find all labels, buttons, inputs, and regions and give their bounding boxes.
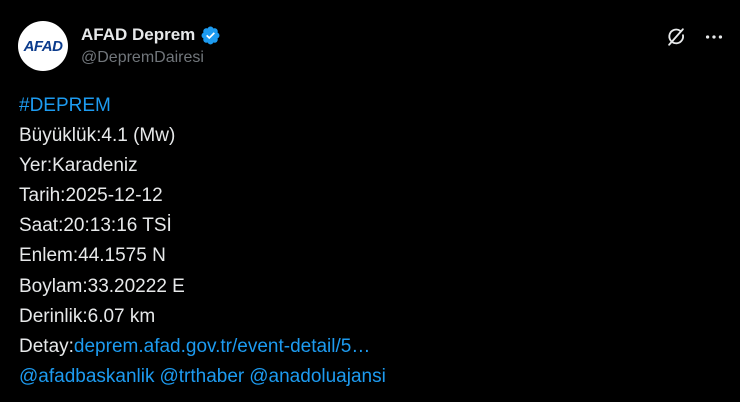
- avatar-logo-text: AFAD: [23, 37, 63, 55]
- mention-link[interactable]: @anadoluajansi: [249, 366, 386, 387]
- mention-link[interactable]: @afadbaskanlik: [19, 366, 154, 387]
- handle[interactable]: @DepremDairesi: [81, 49, 221, 67]
- more-options-icon[interactable]: [702, 25, 726, 49]
- tweet-top-actions: [664, 25, 726, 49]
- magnitude-line: Büyüklük:4.1 (Mw): [19, 125, 176, 147]
- mention-link[interactable]: @trthaber: [159, 366, 244, 387]
- avatar[interactable]: AFAD: [18, 21, 68, 71]
- display-name[interactable]: AFAD Deprem: [81, 25, 195, 45]
- location-line: Yer:Karadeniz: [19, 155, 138, 177]
- detail-label: Detay:: [19, 335, 74, 357]
- time-line: Saat:20:13:16 TSİ: [19, 215, 172, 237]
- grok-icon[interactable]: [664, 25, 688, 49]
- depth-line: Derinlik:6.07 km: [19, 305, 156, 327]
- name-row: AFAD Deprem: [81, 24, 221, 46]
- tweet-text: #DEPREM Büyüklük:4.1 (Mw) Yer:Karadeniz …: [19, 91, 386, 392]
- longitude-line: Boylam:33.20222 E: [19, 275, 185, 297]
- verified-badge-icon: [200, 25, 221, 46]
- date-line: Tarih:2025-12-12: [19, 185, 163, 207]
- detail-link[interactable]: deprem.afad.gov.tr/event-detail/5…: [74, 336, 370, 357]
- detail-line: Detay:deprem.afad.gov.tr/event-detail/5…: [19, 332, 386, 362]
- mentions-line: @afadbaskanlik @trthaber @anadoluajansi: [19, 362, 386, 392]
- tweet-header: AFAD Deprem @DepremDairesi: [81, 24, 221, 67]
- hashtag-link[interactable]: #DEPREM: [19, 95, 111, 116]
- latitude-line: Enlem:44.1575 N: [19, 245, 166, 267]
- tweet-card: AFAD AFAD Deprem @DepremDairesi #DEPREM …: [0, 0, 740, 402]
